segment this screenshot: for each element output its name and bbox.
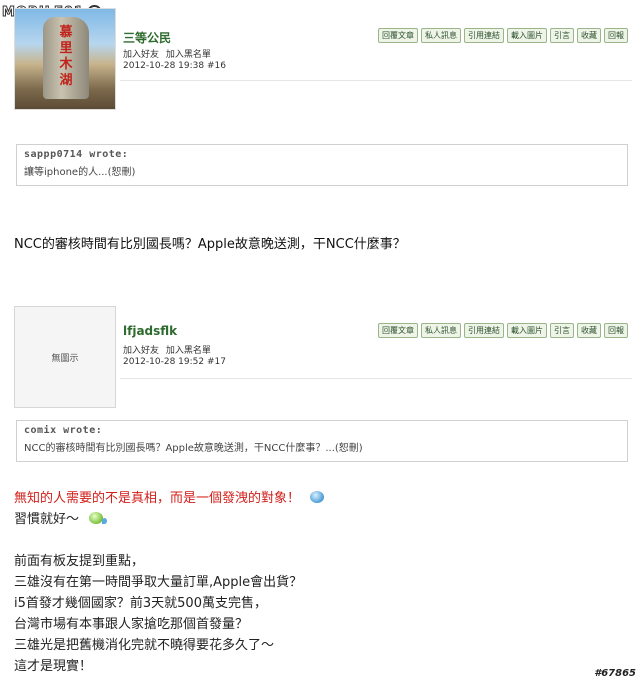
load-images-button[interactable]: 載入圖片 <box>507 28 547 43</box>
avatar-glyph: 里 <box>59 41 73 56</box>
avatar-glyph: 木 <box>59 57 73 72</box>
avatar-glyph: 湖 <box>59 73 73 88</box>
text-line: i5首發才幾個國家？前3天就500萬支完售， <box>14 596 267 611</box>
user-links: 加入好友 加入黑名單 <box>123 343 215 356</box>
quote-author: sappp0714 wrote: <box>24 149 129 160</box>
image-id-watermark: #67865 <box>594 668 636 679</box>
bookmark-button[interactable]: 收藏 <box>577 28 601 43</box>
avatar-glyph: 慕 <box>59 25 73 40</box>
quote-link-button[interactable]: 引用連結 <box>464 323 504 338</box>
quote-text: 讓等iphone的人...(恕刪) <box>24 167 136 178</box>
post-divider <box>120 80 632 81</box>
emoticon-icon <box>310 491 325 503</box>
text-line: 三雄光是把舊機消化完就不曉得要花多久了～ <box>14 638 275 653</box>
avatar-stone-image: 慕 里 木 湖 <box>43 17 89 99</box>
post-action-bar: 回覆文章 私人訊息 引用連結 載入圖片 引言 收藏 回報 <box>378 28 628 43</box>
quote-button[interactable]: 引言 <box>550 28 574 43</box>
bookmark-button[interactable]: 收藏 <box>577 323 601 338</box>
report-button[interactable]: 回報 <box>604 28 628 43</box>
post-message: NCC的審核時間有比別國長嗎？Apple故意晚送測，干NCC什麼事？ <box>14 237 406 252</box>
post-action-bar: 回覆文章 私人訊息 引用連結 載入圖片 引言 收藏 回報 <box>378 323 628 338</box>
load-images-button[interactable]: 載入圖片 <box>507 323 547 338</box>
post-date: 2012-10-28 19:38 #16 <box>123 61 226 71</box>
private-message-button[interactable]: 私人訊息 <box>421 323 461 338</box>
add-friend-link[interactable]: 加入好友 <box>123 346 159 356</box>
reply-button[interactable]: 回覆文章 <box>378 28 418 43</box>
quote-box: comix wrote: NCC的審核時間有比別國長嗎？Apple故意晚送測，干… <box>16 420 628 462</box>
report-button[interactable]: 回報 <box>604 323 628 338</box>
post-body: 無知的人需要的不是真相，而是一個發洩的對象！ 習慣就好～ 前面有板友提到重點， … <box>14 488 325 677</box>
post-username[interactable]: 三等公民 <box>123 29 171 46</box>
user-links: 加入好友 加入黑名單 <box>123 47 215 60</box>
private-message-button[interactable]: 私人訊息 <box>421 28 461 43</box>
text-line: 三雄沒有在第一時間爭取大量訂單,Apple會出貨？ <box>14 575 303 590</box>
quote-button[interactable]: 引言 <box>550 323 574 338</box>
post-date: 2012-10-28 19:52 #17 <box>123 357 226 367</box>
text-line: 前面有板友提到重點， <box>14 554 145 569</box>
emoticon-sweat-icon <box>89 512 108 524</box>
add-blacklist-link[interactable]: 加入黑名單 <box>166 346 211 356</box>
quote-author: comix wrote: <box>24 425 103 436</box>
text-line: 無知的人需要的不是真相，而是一個發洩的對象！ <box>14 491 301 506</box>
add-blacklist-link[interactable]: 加入黑名單 <box>166 50 211 60</box>
text-line: 這才是現實！ <box>14 659 93 674</box>
post-username[interactable]: lfjadsflk <box>123 324 177 338</box>
signature-line: 無知的人需要的不是真相，而是一個發洩的對象！ <box>14 488 325 509</box>
text-line: 台灣市場有本事跟人家搶吃那個首發量？ <box>14 617 249 632</box>
post-divider <box>120 378 632 379</box>
text-line-wrap: 習慣就好～ <box>14 509 324 530</box>
user-avatar-placeholder[interactable]: 無圖示 <box>14 306 116 408</box>
quote-link-button[interactable]: 引用連結 <box>464 28 504 43</box>
text-line: 習慣就好～ <box>14 512 80 527</box>
user-avatar[interactable]: 慕 里 木 湖 <box>14 8 116 110</box>
add-friend-link[interactable]: 加入好友 <box>123 50 159 60</box>
quote-text: NCC的審核時間有比別國長嗎？Apple故意晚送測，干NCC什麼事？...(恕刪… <box>24 443 363 454</box>
quote-box: sappp0714 wrote: 讓等iphone的人...(恕刪) <box>16 144 628 186</box>
reply-button[interactable]: 回覆文章 <box>378 323 418 338</box>
no-avatar-label: 無圖示 <box>51 353 79 364</box>
